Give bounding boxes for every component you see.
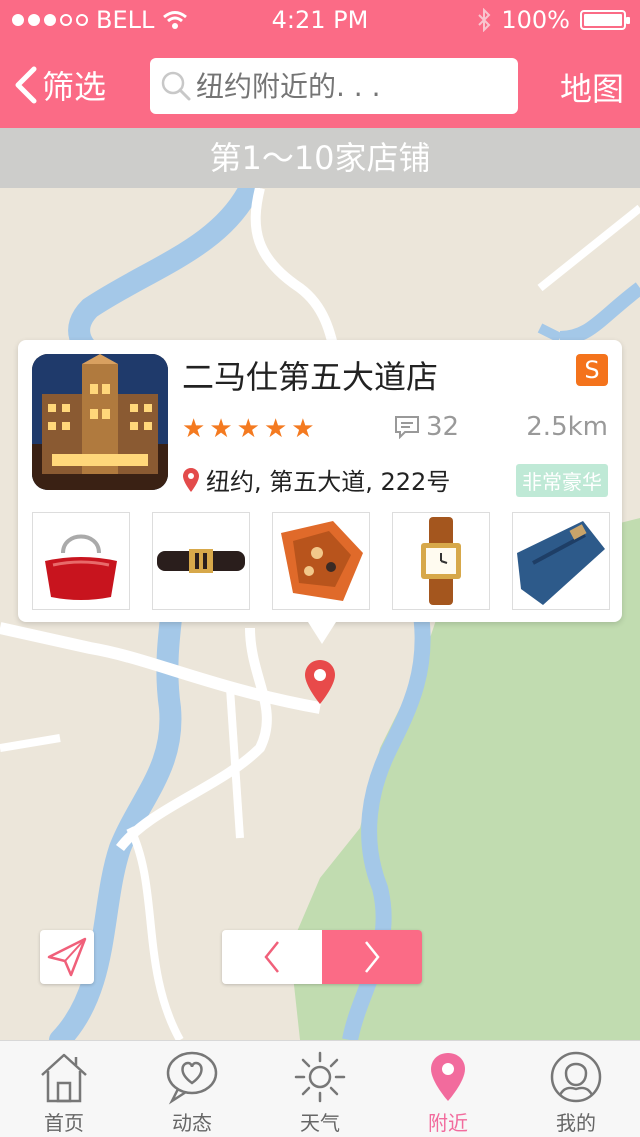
star-icon: ★ [209, 414, 233, 444]
battery-icon [580, 10, 630, 30]
tab-profile[interactable]: 我的 [512, 1041, 640, 1137]
location-pin-icon [183, 467, 199, 492]
store-pager [222, 930, 422, 984]
home-icon [41, 1053, 87, 1103]
store-card[interactable]: 二马仕第五大道店 S ★ ★ ★ ★ ★ 32 2.5km 纽约, 第五大道, … [18, 340, 622, 644]
chevron-left-icon [15, 66, 37, 104]
star-icon: ★ [291, 414, 315, 444]
product-jeans[interactable] [512, 512, 610, 610]
chevron-right-icon [365, 941, 380, 973]
next-store-button[interactable] [322, 930, 422, 984]
search-icon [161, 71, 191, 101]
result-count-banner: 第1～10家店铺 [0, 128, 640, 188]
bluetooth-icon [478, 8, 491, 32]
store-distance: 2.5km [526, 412, 608, 442]
tab-nearby[interactable]: 附近 [384, 1041, 512, 1137]
store-address-text: 纽约, 第五大道, 222号 [206, 468, 451, 496]
store-s-badge: S [576, 354, 608, 386]
comment-count[interactable]: 32 [394, 412, 459, 442]
user-icon [550, 1051, 602, 1103]
comment-count-value: 32 [426, 412, 460, 442]
battery-percent: 100% [501, 6, 570, 34]
location-pin-icon [431, 1053, 465, 1101]
tab-feed-label: 动态 [172, 1111, 212, 1135]
star-rating: ★ ★ ★ ★ ★ [182, 414, 315, 444]
chevron-left-icon [264, 941, 279, 973]
header: BELL 4:21 PM 100% 筛选 纽约附近的. . . 地图 [0, 0, 640, 128]
navigation-arrow-icon [47, 937, 87, 977]
tab-nearby-label: 附近 [428, 1111, 468, 1135]
sun-icon [294, 1051, 346, 1103]
map-button[interactable]: 地图 [560, 64, 624, 110]
store-name[interactable]: 二马仕第五大道店 [182, 352, 438, 398]
locate-me-button[interactable] [40, 930, 94, 984]
tab-profile-label: 我的 [556, 1111, 596, 1135]
store-address: 纽约, 第五大道, 222号 [182, 462, 450, 497]
nav-bar: 筛选 地图 [0, 56, 640, 116]
product-handbag[interactable] [32, 512, 130, 610]
product-scarf[interactable] [272, 512, 370, 610]
comment-icon [395, 416, 419, 439]
product-gallery [32, 512, 610, 610]
map-view[interactable]: 二马仕第五大道店 S ★ ★ ★ ★ ★ 32 2.5km 纽约, 第五大道, … [0, 188, 640, 1040]
previous-store-button[interactable] [222, 930, 322, 984]
store-thumbnail[interactable] [32, 354, 168, 490]
tab-bar: 首页 动态 天气 附近 我的 [0, 1040, 640, 1137]
star-icon: ★ [236, 414, 260, 444]
product-watch[interactable] [392, 512, 490, 610]
map-marker-icon[interactable] [302, 658, 338, 706]
luxury-tag: 非常豪华 [516, 464, 608, 497]
status-bar: BELL 4:21 PM 100% [0, 0, 640, 40]
search-box[interactable] [150, 58, 518, 114]
tab-weather[interactable]: 天气 [256, 1041, 384, 1137]
search-input[interactable] [194, 68, 518, 104]
tab-home-label: 首页 [44, 1111, 84, 1135]
filter-label: 筛选 [42, 68, 107, 106]
tab-feed[interactable]: 动态 [128, 1041, 256, 1137]
tab-home[interactable]: 首页 [0, 1041, 128, 1137]
tab-weather-label: 天气 [300, 1111, 340, 1135]
filter-back-button[interactable]: 筛选 [14, 62, 106, 108]
heart-bubble-icon [166, 1051, 218, 1105]
star-icon: ★ [182, 414, 206, 444]
star-icon: ★ [263, 414, 288, 444]
product-belt[interactable] [152, 512, 250, 610]
